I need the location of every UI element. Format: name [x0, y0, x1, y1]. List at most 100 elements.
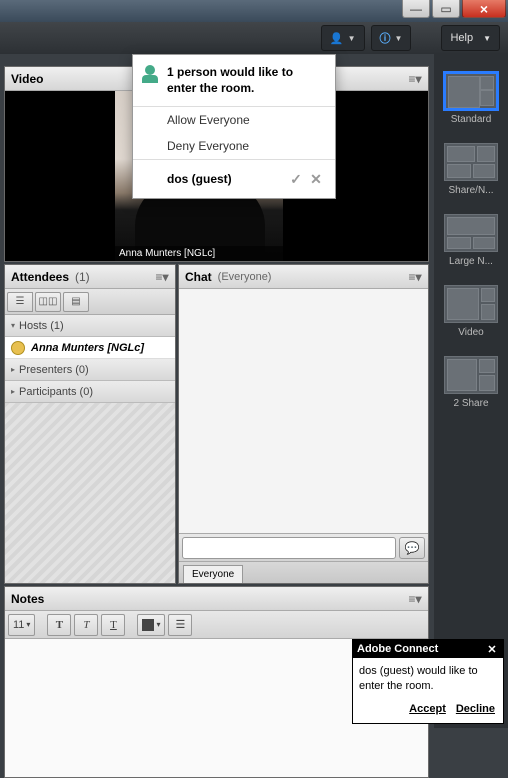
- attendees-empty-area: [5, 403, 175, 583]
- layout-thumb-share: [444, 143, 498, 181]
- notes-italic-button[interactable]: T: [74, 614, 98, 636]
- person-group-icon: [143, 65, 159, 81]
- notes-bold-button[interactable]: T: [47, 614, 71, 636]
- notes-color-button[interactable]: ▾: [137, 614, 165, 636]
- fontsize-value: 11: [13, 619, 24, 631]
- top-toolbar: 👤▼ ⓘ▼ Help ▼: [0, 22, 508, 54]
- attendees-title: Attendees: [11, 270, 69, 284]
- chat-tabs: Everyone: [179, 561, 428, 583]
- speech-bubble-icon: 💬: [405, 541, 420, 555]
- notes-title: Notes: [11, 592, 44, 606]
- info-icon: ⓘ: [380, 30, 391, 46]
- toast-accept-button[interactable]: Accept: [409, 703, 446, 715]
- layout-share[interactable]: Share/N...: [442, 143, 500, 196]
- collapse-icon: ▸: [11, 387, 15, 396]
- chat-tab-everyone[interactable]: Everyone: [183, 565, 243, 583]
- check-icon: ✓: [290, 171, 302, 188]
- toast-header: Adobe Connect ✕: [353, 640, 503, 658]
- attendees-view-status-button[interactable]: ▤: [63, 292, 89, 312]
- layout-sidebar: Standard Share/N... Large N... Video: [434, 54, 508, 728]
- attendee-name: Anna Munters [NGLc]: [31, 342, 144, 354]
- layout-thumb-2-share: [444, 356, 498, 394]
- manage-access-button[interactable]: 👤▼: [321, 25, 365, 51]
- chat-messages: [179, 289, 428, 533]
- toast-title: Adobe Connect: [357, 643, 438, 655]
- attendees-participants-section[interactable]: ▸ Participants (0): [5, 381, 175, 403]
- attendees-view-list-button[interactable]: ☰: [7, 292, 33, 312]
- layout-thumb-large-notes: [444, 214, 498, 252]
- knocking-message: 1 person would like to enter the room.: [167, 65, 325, 96]
- help-button[interactable]: Help ▼: [441, 25, 500, 51]
- toast-close-button[interactable]: ✕: [485, 642, 499, 656]
- layout-standard[interactable]: Standard: [442, 72, 500, 125]
- toast-decline-button[interactable]: Decline: [456, 703, 495, 715]
- pod-menu-icon[interactable]: ≡▾: [408, 270, 422, 284]
- notes-toolbar: 11 ▾ T T T ▾ ☰: [5, 611, 428, 639]
- notes-bullets-button[interactable]: ☰: [168, 614, 192, 636]
- person-icon: 👤: [330, 32, 344, 45]
- info-button[interactable]: ⓘ▼: [371, 25, 412, 51]
- allow-everyone-button[interactable]: Allow Everyone: [133, 107, 335, 133]
- chat-pod: Chat (Everyone) ≡▾ 💬 Everyone: [178, 264, 429, 584]
- close-icon: ✕: [487, 643, 496, 656]
- close-icon: ✕: [310, 171, 322, 188]
- chat-tab-label: Everyone: [192, 569, 234, 580]
- chat-send-button[interactable]: 💬: [399, 537, 425, 559]
- chat-title: Chat: [185, 270, 212, 284]
- bullet-list-icon: ☰: [176, 618, 186, 631]
- layout-label: Standard: [451, 114, 492, 125]
- notes-pod-header: Notes ≡▾: [5, 587, 428, 611]
- presenters-label: Presenters (0): [19, 364, 89, 376]
- layout-thumb-video: [444, 285, 498, 323]
- layout-label: Share/N...: [448, 185, 493, 196]
- collapse-icon: ▸: [11, 365, 15, 374]
- attendees-pod-header: Attendees (1) ≡▾: [5, 265, 175, 289]
- knocking-popup: 1 person would like to enter the room. A…: [132, 54, 336, 199]
- attendees-pod: Attendees (1) ≡▾ ☰ ◫◫ ▤ ▾ Hosts (1) Anna…: [4, 264, 176, 584]
- toast-body: dos (guest) would like to enter the room…: [353, 658, 503, 699]
- pod-menu-icon[interactable]: ≡▾: [408, 592, 422, 606]
- collapse-icon: ▾: [11, 321, 15, 330]
- deny-everyone-label: Deny Everyone: [167, 139, 249, 153]
- help-label: Help: [450, 32, 473, 44]
- attendees-count: (1): [75, 270, 90, 284]
- attendees-hosts-section[interactable]: ▾ Hosts (1): [5, 315, 175, 337]
- notes-fontsize-select[interactable]: 11 ▾: [8, 614, 35, 636]
- layout-label: Video: [458, 327, 483, 338]
- video-pod-title: Video: [11, 72, 43, 86]
- deny-everyone-button[interactable]: Deny Everyone: [133, 133, 335, 159]
- pod-menu-icon[interactable]: ≡▾: [408, 72, 422, 86]
- window-chrome: — ▭ ×: [0, 0, 508, 22]
- window-close-button[interactable]: ×: [462, 0, 506, 18]
- attendee-row[interactable]: Anna Munters [NGLc]: [5, 337, 175, 359]
- chat-input-row: 💬: [179, 533, 428, 561]
- layout-thumb-standard: [444, 72, 498, 110]
- layout-large-notes[interactable]: Large N...: [442, 214, 500, 267]
- chat-input[interactable]: [182, 537, 396, 559]
- decline-guest-button[interactable]: ✕: [307, 170, 325, 188]
- chevron-down-icon: ▼: [395, 34, 403, 43]
- chat-scope: (Everyone): [218, 271, 272, 283]
- notes-underline-button[interactable]: T: [101, 614, 125, 636]
- toast-actions: Accept Decline: [353, 699, 503, 723]
- color-swatch-icon: [142, 619, 154, 631]
- chevron-down-icon: ▼: [348, 34, 356, 43]
- layout-2-share[interactable]: 2 Share: [442, 356, 500, 409]
- pod-menu-icon[interactable]: ≡▾: [155, 270, 169, 284]
- chat-pod-header: Chat (Everyone) ≡▾: [179, 265, 428, 289]
- hosts-label: Hosts (1): [19, 320, 64, 332]
- guest-name: dos (guest): [167, 172, 232, 186]
- attendees-view-breakout-button[interactable]: ◫◫: [35, 292, 61, 312]
- chevron-down-icon: ▾: [26, 620, 30, 629]
- attendees-presenters-section[interactable]: ▸ Presenters (0): [5, 359, 175, 381]
- layout-label: Large N...: [449, 256, 493, 267]
- chevron-down-icon: ▼: [483, 34, 491, 43]
- window-maximize-button[interactable]: ▭: [432, 0, 460, 18]
- layout-label: 2 Share: [453, 398, 488, 409]
- host-icon: [11, 341, 25, 355]
- toast-notification: Adobe Connect ✕ dos (guest) would like t…: [352, 639, 504, 724]
- window-minimize-button[interactable]: —: [402, 0, 430, 18]
- video-feed-label: Anna Munters [NGLc]: [115, 246, 283, 261]
- accept-guest-button[interactable]: ✓: [287, 170, 305, 188]
- layout-video[interactable]: Video: [442, 285, 500, 338]
